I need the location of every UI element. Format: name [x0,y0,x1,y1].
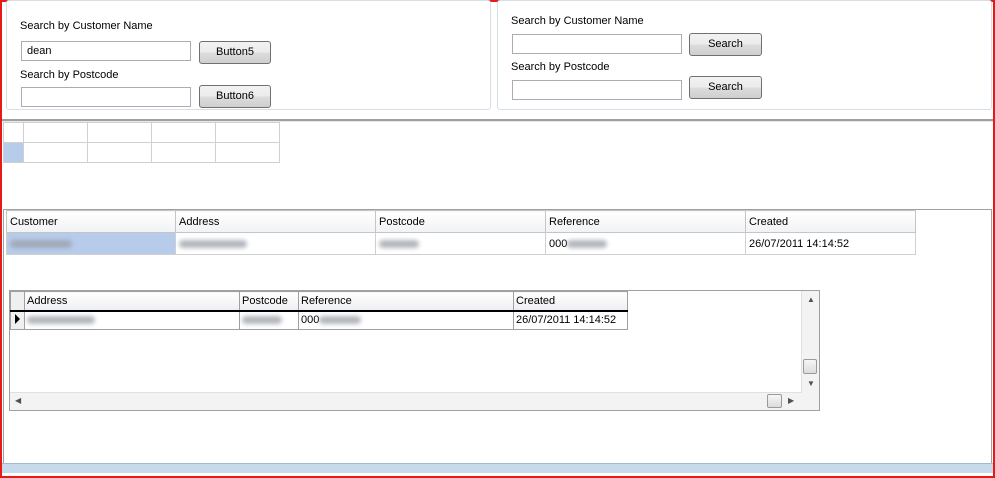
empty-grid-cell [23,122,88,143]
vertical-scrollbar[interactable]: ▲ ▼ [801,291,819,393]
empty-grid-row[interactable] [3,142,280,163]
postcode-cell[interactable] [375,232,546,255]
left-postcode-input[interactable] [21,87,191,107]
right-postcode-search-button[interactable]: Search [689,76,762,99]
empty-grid-cell[interactable] [215,142,280,163]
empty-grid-header-row [3,122,280,143]
customer-grid[interactable]: Customer Address Postcode Reference Crea… [6,210,916,255]
empty-grid-cell[interactable] [151,142,216,163]
right-customer-name-input[interactable] [512,34,682,54]
right-search-group: Search by Customer Name Search Search by… [497,0,992,110]
scroll-left-icon[interactable]: ◀ [15,397,21,405]
scroll-right-icon[interactable]: ▶ [788,397,794,405]
right-name-search-button[interactable]: Search [689,33,762,56]
created-column-header[interactable]: Created [745,210,916,233]
scroll-up-icon[interactable]: ▲ [807,296,815,304]
row-header-corner [10,291,25,312]
detail-address-cell[interactable] [24,310,240,330]
redacted-address [179,239,247,248]
reference-prefix: 000 [301,314,320,326]
empty-grid-cell[interactable] [23,142,88,163]
detail-grid[interactable]: Address Postcode Reference Created 000 2… [10,291,628,330]
reference-cell[interactable]: 000 [545,232,746,255]
redacted-reference [567,239,608,248]
left-search-group: Search by Customer Name Button5 Search b… [6,0,491,110]
empty-grid-cell [3,122,24,143]
reference-column-header[interactable]: Reference [545,210,746,233]
button6[interactable]: Button6 [199,85,271,108]
left-customer-name-input[interactable] [21,41,191,61]
horizontal-scroll-thumb[interactable] [767,394,782,408]
redacted-postcode [379,239,419,248]
bottom-strip [2,463,993,473]
redacted-reference [319,316,362,325]
empty-grid-selected-cell[interactable] [3,142,24,163]
detail-reference-cell[interactable]: 000 [298,310,514,330]
right-postcode-input[interactable] [512,80,682,100]
redacted-address [27,316,95,325]
scrollbar-corner [802,393,819,410]
left-postcode-label: Search by Postcode [20,69,119,81]
detail-created-cell[interactable]: 26/07/2011 14:14:52 [513,310,628,330]
address-column-header[interactable]: Address [175,210,376,233]
empty-grid-cell [215,122,280,143]
detail-postcode-header[interactable]: Postcode [239,291,299,312]
detail-reference-header[interactable]: Reference [298,291,514,312]
empty-grid-cell [151,122,216,143]
detail-grid-row[interactable]: 000 26/07/2011 14:14:52 [10,310,628,330]
empty-grid[interactable] [3,122,280,163]
reference-prefix: 000 [549,237,568,250]
customer-cell[interactable] [6,232,176,255]
horizontal-scrollbar[interactable]: ◀ ▶ [10,392,802,410]
row-pointer-icon [15,313,20,324]
left-customer-name-label: Search by Customer Name [20,20,153,32]
address-cell[interactable] [175,232,376,255]
customer-column-header[interactable]: Customer [6,210,176,233]
customer-grid-row[interactable]: 000 26/07/2011 14:14:52 [6,232,916,255]
right-customer-name-label: Search by Customer Name [511,15,644,27]
detail-address-header[interactable]: Address [24,291,240,312]
right-postcode-label: Search by Postcode [511,61,610,73]
detail-grid-container[interactable]: Address Postcode Reference Created 000 2… [9,290,820,411]
detail-grid-header: Address Postcode Reference Created [10,291,628,312]
postcode-column-header[interactable]: Postcode [375,210,546,233]
scroll-down-icon[interactable]: ▼ [807,380,815,388]
redacted-customer [10,239,72,248]
empty-grid-cell [87,122,152,143]
button5[interactable]: Button5 [199,41,271,64]
redacted-postcode [242,316,282,325]
created-cell[interactable]: 26/07/2011 14:14:52 [745,232,916,255]
detail-postcode-cell[interactable] [239,310,299,330]
vertical-scroll-thumb[interactable] [803,359,817,374]
customer-grid-header: Customer Address Postcode Reference Crea… [6,210,916,233]
detail-created-header[interactable]: Created [513,291,628,312]
empty-grid-cell[interactable] [87,142,152,163]
row-header[interactable] [10,310,25,330]
